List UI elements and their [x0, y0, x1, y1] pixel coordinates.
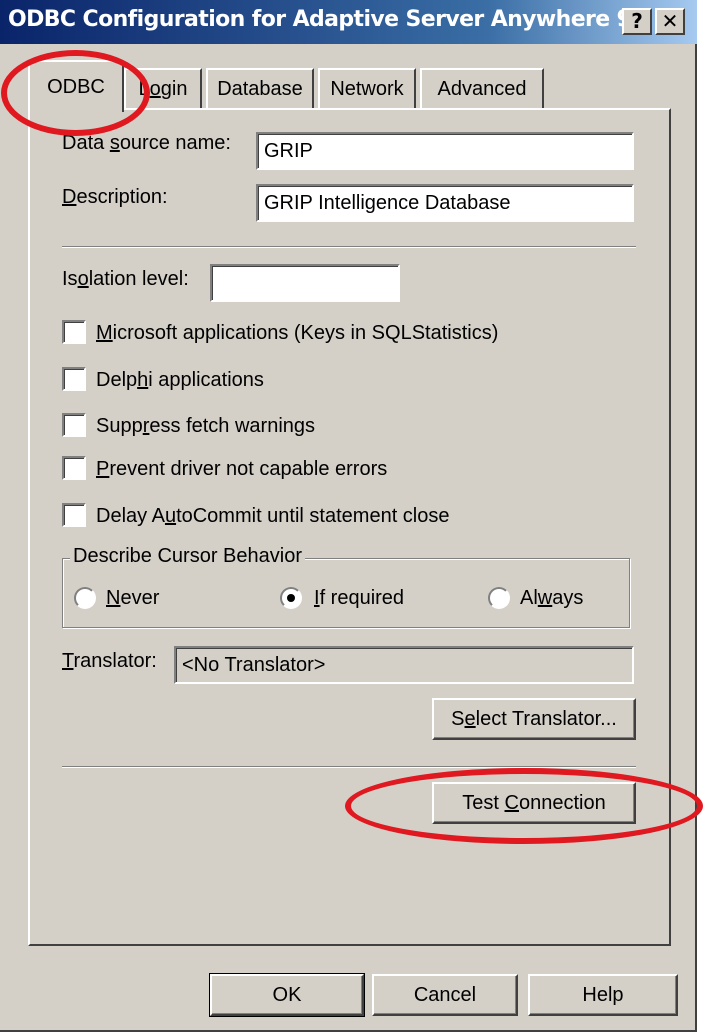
- close-icon: ✕: [661, 9, 679, 33]
- radio-never-label[interactable]: Never: [106, 587, 159, 610]
- radio-if-required[interactable]: [280, 587, 302, 609]
- tab-network-label: Network: [330, 78, 404, 100]
- select-translator-label: Select Translator...: [451, 708, 617, 730]
- isolation-level-input[interactable]: [210, 264, 400, 302]
- separator: [62, 246, 636, 248]
- cancel-button[interactable]: Cancel: [372, 974, 518, 1016]
- radio-always[interactable]: [488, 587, 510, 609]
- radio-if-required-label[interactable]: If required: [314, 587, 404, 610]
- odbc-config-dialog: ODBC Configuration for Adaptive Server A…: [0, 0, 697, 1032]
- isolation-level-label: Isolation level:: [62, 268, 189, 290]
- checkbox-box[interactable]: [62, 503, 86, 527]
- tab-advanced-label: Advanced: [437, 78, 527, 100]
- checkbox-box[interactable]: [62, 413, 86, 437]
- dsn-input[interactable]: GRIP: [256, 132, 634, 170]
- separator: [62, 766, 636, 768]
- tab-login-label: Login: [138, 78, 188, 100]
- radio-always-label[interactable]: Always: [520, 587, 583, 610]
- ok-button[interactable]: OK: [209, 973, 365, 1017]
- tab-database[interactable]: Database: [206, 68, 314, 108]
- description-label: Description:: [62, 186, 168, 208]
- cursor-behavior-title: Describe Cursor Behavior: [70, 545, 305, 568]
- test-connection-button[interactable]: Test Connection: [432, 782, 636, 824]
- checkbox-box[interactable]: [62, 320, 86, 344]
- translator-label: Translator:: [62, 650, 157, 672]
- tab-network[interactable]: Network: [318, 68, 416, 108]
- question-mark-icon: ?: [631, 9, 643, 33]
- tab-advanced[interactable]: Advanced: [420, 68, 544, 108]
- dsn-label: Data source name:: [62, 132, 231, 154]
- help-button[interactable]: Help: [528, 974, 678, 1016]
- checkbox-label: Suppress fetch warnings: [96, 415, 316, 437]
- select-translator-button[interactable]: Select Translator...: [432, 698, 636, 740]
- checkbox-label: Prevent driver not capable errors: [96, 458, 388, 480]
- tab-odbc-label: ODBC: [47, 76, 105, 98]
- checkbox-box[interactable]: [62, 367, 86, 391]
- radio-never[interactable]: [74, 587, 96, 609]
- title-bar[interactable]: ODBC Configuration for Adaptive Server A…: [0, 0, 697, 44]
- translator-field: <No Translator>: [174, 646, 634, 684]
- window-title: ODBC Configuration for Adaptive Server A…: [8, 7, 632, 32]
- tab-database-label: Database: [217, 78, 303, 100]
- description-input[interactable]: GRIP Intelligence Database: [256, 184, 634, 222]
- tab-login[interactable]: Login: [124, 68, 202, 108]
- close-button[interactable]: ✕: [655, 8, 685, 35]
- checkbox-label: Delay AutoCommit until statement close: [96, 505, 450, 527]
- checkbox-label: Delphi applications: [96, 369, 264, 391]
- checkbox-box[interactable]: [62, 456, 86, 480]
- tab-odbc[interactable]: ODBC: [28, 60, 124, 112]
- test-connection-label: Test Connection: [462, 792, 606, 814]
- checkbox-label: Microsoft applications (Keys in SQLStati…: [96, 322, 499, 344]
- help-caption-button[interactable]: ?: [622, 8, 652, 35]
